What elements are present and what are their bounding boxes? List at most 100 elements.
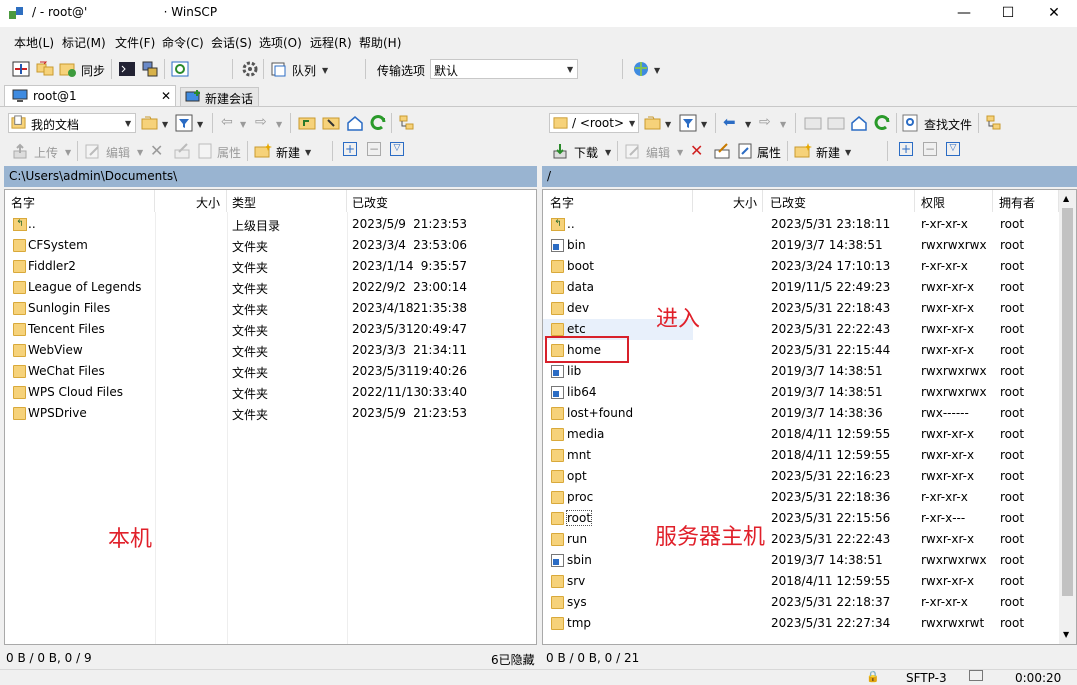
chevron-down-icon[interactable]: ▼ [654,66,660,75]
table-row[interactable]: mnt 2018/4/11 12:59:55 rwxr-xr-x root [543,445,1059,466]
column-header-changed[interactable]: 已改变 [763,190,915,212]
delete-x-icon[interactable]: ✕ [690,141,703,160]
preferences-gear-icon[interactable] [241,60,259,78]
putty-icon[interactable] [141,60,159,78]
upload-button[interactable]: 上传 [34,144,58,161]
table-row[interactable]: sys 2023/5/31 22:18:37 r-xr-xr-x root [543,592,1059,613]
chevron-down-icon[interactable]: ▼ [665,120,671,129]
chevron-down-icon[interactable]: ▼ [322,66,328,75]
console-icon[interactable] [118,60,136,78]
properties-icon[interactable] [196,142,214,160]
home-icon[interactable] [850,114,868,132]
chevron-down-icon[interactable]: ▼ [780,120,786,129]
local-location-select[interactable]: 我的文档 ▼ [8,113,136,133]
column-header-name[interactable]: 名字 ^ [543,190,693,212]
local-path-bar[interactable]: C:\Users\admin\Documents\ [4,166,537,187]
table-row[interactable]: tmp 2023/5/31 22:27:34 rwxrwxrwt root [543,613,1059,634]
filter-icon[interactable] [175,114,193,132]
scroll-up-icon[interactable]: ▲ [1063,194,1069,203]
table-row[interactable]: boot 2023/3/24 17:10:13 r-xr-xr-x root [543,256,1059,277]
select-all-plus-icon[interactable]: + [899,142,913,156]
column-header-size[interactable]: 大小 [693,190,763,212]
chevron-down-icon[interactable]: ▼ [162,120,168,129]
tab-new-session[interactable]: 新建会话 [180,87,259,107]
scrollbar-thumb[interactable] [1062,208,1073,596]
filter-select-icon[interactable]: ▽ [390,142,404,156]
table-row[interactable]: data 2019/11/5 22:49:23 rwxr-xr-x root [543,277,1059,298]
table-row[interactable]: media 2018/4/11 12:59:55 rwxr-xr-x root [543,424,1059,445]
compare-directories-icon[interactable] [12,60,30,78]
new-folder-icon[interactable] [794,142,812,160]
table-row[interactable]: root 2023/5/31 22:15:56 r-xr-x--- root [543,508,1059,529]
download-button[interactable]: 下载 [574,144,598,161]
globe-network-icon[interactable] [632,60,650,78]
chevron-down-icon[interactable]: ▼ [701,120,707,129]
edit-pencil-icon[interactable] [84,142,102,160]
table-row[interactable]: WebView 文件夹 2023/3/3 21:34:11 [5,340,536,361]
table-row[interactable]: proc 2023/5/31 22:18:36 r-xr-xr-x root [543,487,1059,508]
queue-icon[interactable] [270,60,288,78]
chevron-down-icon[interactable]: ▼ [745,120,751,129]
queue-button[interactable]: 队列 [292,62,316,79]
select-all-plus-icon[interactable]: + [343,142,357,156]
table-row[interactable]: lost+found 2019/3/7 14:38:36 rwx------ root [543,403,1059,424]
menu-mark[interactable]: 标记(M) [62,34,106,51]
scroll-down-icon[interactable]: ▼ [1063,630,1069,639]
column-header-type[interactable]: 类型 [227,190,347,212]
menu-local[interactable]: 本地(L) [14,34,54,51]
chevron-down-icon[interactable]: ▼ [605,148,611,157]
find-files-button[interactable]: 查找文件 [924,116,972,133]
open-folder-icon[interactable] [141,114,159,132]
filter-icon[interactable] [679,114,697,132]
delete-x-icon[interactable]: ✕ [150,141,163,160]
menu-command[interactable]: 命令(C) [162,34,204,51]
forward-arrow-icon[interactable]: ⇨ [255,114,267,130]
root-directory-icon[interactable] [827,114,845,132]
new-folder-icon[interactable] [254,142,272,160]
vertical-scrollbar[interactable]: ▲ ▼ [1059,190,1076,644]
upload-icon[interactable] [12,142,30,160]
parent-directory-icon[interactable] [804,114,822,132]
column-header-owner[interactable]: 拥有者 [993,190,1059,212]
close-tab-icon[interactable]: ✕ [161,89,171,103]
column-header-size[interactable]: 大小 [155,190,227,212]
back-arrow-icon[interactable]: ⬅ [723,113,736,131]
refresh-panel-icon[interactable] [171,60,189,78]
forward-arrow-icon[interactable]: ⇨ [759,114,771,130]
table-row[interactable]: bin 2019/3/7 14:38:51 rwxrwxrwx root [543,235,1059,256]
edit-button[interactable]: 编辑 [646,144,670,161]
refresh-icon[interactable] [873,114,891,132]
chevron-down-icon[interactable]: ▼ [137,148,143,157]
chevron-down-icon[interactable]: ▼ [305,148,311,157]
table-row[interactable]: ↰.. 上级目录 2023/5/9 21:23:53 [5,214,536,235]
table-row[interactable]: lib64 2019/3/7 14:38:51 rwxrwxrwx root [543,382,1059,403]
table-row[interactable]: opt 2023/5/31 22:16:23 rwxr-xr-x root [543,466,1059,487]
table-row[interactable]: CFSystem 文件夹 2023/3/4 23:53:06 [5,235,536,256]
table-row[interactable]: ↰.. 2023/5/31 23:18:11 r-xr-xr-x root [543,214,1059,235]
table-row[interactable]: WPS Cloud Files 文件夹 2022/11/13 0:33:40 [5,382,536,403]
filter-select-icon[interactable]: ▽ [946,142,960,156]
tree-view-icon[interactable] [398,114,416,132]
chevron-down-icon[interactable]: ▼ [276,120,282,129]
menu-options[interactable]: 选项(O) [259,34,302,51]
synchronize-browsing-icon[interactable] [36,60,54,78]
new-button[interactable]: 新建 [276,144,300,161]
menu-file[interactable]: 文件(F) [115,34,155,51]
unselect-minus-icon[interactable]: − [923,142,937,156]
download-icon[interactable] [552,142,570,160]
properties-button[interactable]: 属性 [217,144,241,161]
chevron-down-icon[interactable]: ▼ [845,148,851,157]
unselect-minus-icon[interactable]: − [367,142,381,156]
table-row[interactable]: dev 2023/5/31 22:18:43 rwxr-xr-x root [543,298,1059,319]
rename-icon[interactable] [713,142,731,160]
column-header-name[interactable]: 名字 ^ [5,190,155,212]
parent-directory-icon[interactable] [298,114,316,132]
table-row[interactable]: Fiddler2 文件夹 2023/1/14 9:35:57 [5,256,536,277]
remote-location-select[interactable]: / <root> ▼ [549,113,639,133]
table-row[interactable]: srv 2018/4/11 12:59:55 rwxr-xr-x root [543,571,1059,592]
table-row[interactable]: lib 2019/3/7 14:38:51 rwxrwxrwx root [543,361,1059,382]
back-arrow-icon[interactable]: ⇦ [221,114,233,130]
find-files-icon[interactable] [902,114,920,132]
tree-view-icon[interactable] [985,114,1003,132]
properties-icon[interactable] [736,142,754,160]
